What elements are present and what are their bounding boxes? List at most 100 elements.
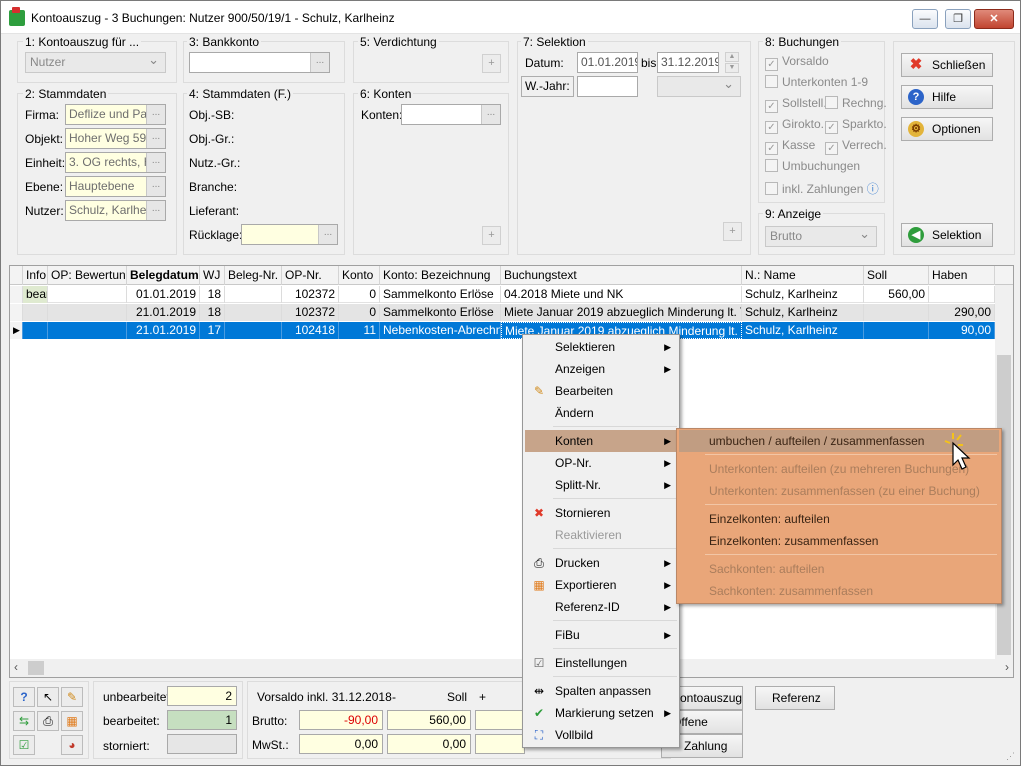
schliessen-button[interactable]: ✖ Schließen	[901, 53, 993, 77]
horizontal-scroll-thumb[interactable]	[28, 661, 44, 675]
cell-buchungstext: 04.2018 Miete und NK	[501, 286, 742, 303]
menu-drucken[interactable]: ⎙ Drucken ▶	[525, 552, 677, 574]
kontoauszug-select[interactable]: Nutzer	[25, 50, 166, 73]
menu-anzeigen[interactable]: Anzeigen ▶	[525, 358, 677, 380]
col-konto[interactable]: Konto	[339, 266, 380, 285]
col-wj[interactable]: WJ	[200, 266, 225, 285]
refresh-icon[interactable]: ⇆	[13, 711, 35, 731]
col-belegdatum[interactable]: Belegdatum	[127, 266, 200, 285]
inkl-zahlungen-checkbox[interactable]: inkl. Zahlungen ⓘ	[765, 180, 879, 197]
selektion-add-button[interactable]: +	[723, 222, 742, 241]
vorsaldo-checkbox[interactable]: ✓ Vorsaldo	[765, 54, 829, 71]
konten-add-button[interactable]: +	[482, 226, 501, 245]
table-row[interactable]: bear 01.01.2019 18 102372 0 Sammelkonto …	[10, 286, 995, 303]
date-spin-up[interactable]: ▲	[725, 52, 739, 62]
export-icon[interactable]: ▦	[61, 711, 83, 731]
horizontal-scrollbar[interactable]: ‹ ›	[10, 659, 1013, 677]
pointer-icon[interactable]: ↖	[37, 687, 59, 707]
col-name[interactable]: N.: Name	[742, 266, 864, 285]
col-info[interactable]: Info	[23, 266, 48, 285]
sollstell-checkbox[interactable]: ✓ Sollstell.	[765, 96, 827, 113]
menu-splitt-nr[interactable]: Splitt-Nr. ▶	[525, 474, 677, 496]
konten-field[interactable]: ...	[401, 104, 501, 125]
einheit-field[interactable]: 3. OG rechts, H...	[65, 152, 166, 173]
einheit-browse-button[interactable]: ...	[146, 153, 165, 172]
date-to-field[interactable]: 31.12.2019	[657, 52, 719, 73]
anzeige-select[interactable]: Brutto	[765, 224, 877, 247]
referenz-button[interactable]: Referenz	[755, 686, 835, 710]
checkbox-icon[interactable]: ☑	[13, 735, 35, 755]
menu-bearbeiten[interactable]: ✎ Bearbeiten	[525, 380, 677, 402]
selektion-button[interactable]: ◀ Selektion	[901, 223, 993, 247]
info-icon[interactable]: ⓘ	[867, 182, 879, 196]
firma-browse-button[interactable]: ...	[146, 105, 165, 124]
konten-browse-button[interactable]: ...	[481, 105, 500, 124]
submenu-einzelkonten-aufteilen[interactable]: Einzelkonten: aufteilen	[679, 508, 999, 530]
rechng-checkbox[interactable]: Rechng.	[825, 96, 887, 110]
col-haben[interactable]: Haben	[929, 266, 995, 285]
date-spin-down[interactable]: ▼	[725, 63, 739, 73]
submenu-einzelkonten-zusammenfassen[interactable]: Einzelkonten: zusammenfassen	[679, 530, 999, 552]
menu-spalten-anpassen[interactable]: ⇹ Spalten anpassen	[525, 680, 677, 702]
menu-einstellungen[interactable]: ☑ Einstellungen	[525, 652, 677, 674]
menu-selektieren[interactable]: Selektieren ▶	[525, 336, 677, 358]
restore-button[interactable]: ❐	[945, 9, 971, 29]
menu-fibu[interactable]: FiBu ▶	[525, 624, 677, 646]
verdichtung-add-button[interactable]: +	[482, 54, 501, 73]
menu-aendern[interactable]: Ändern	[525, 402, 677, 424]
nutzer-browse-button[interactable]: ...	[146, 201, 165, 220]
nutzer-field[interactable]: Schulz, Karlheir...	[65, 200, 166, 221]
help-icon[interactable]: ?	[13, 687, 35, 707]
verrech-checkbox[interactable]: ✓ Verrech.	[825, 138, 887, 155]
sparkto-checkbox[interactable]: ✓ Sparkto.	[825, 117, 887, 134]
menu-op-nr[interactable]: OP-Nr. ▶	[525, 452, 677, 474]
hilfe-button[interactable]: ? Hilfe	[901, 85, 993, 109]
scroll-left-icon[interactable]: ‹	[14, 660, 18, 674]
submenu-unterkonten-zusammenfassen[interactable]: Unterkonten: zusammenfassen (zu einer Bu…	[679, 480, 999, 502]
objekt-field[interactable]: Hoher Weg 59 ·...	[65, 128, 166, 149]
ebene-field[interactable]: Hauptebene...	[65, 176, 166, 197]
menu-referenz-id[interactable]: Referenz-ID ▶	[525, 596, 677, 618]
ruecklage-browse-button[interactable]: ...	[318, 225, 337, 244]
col-op-bewertung[interactable]: OP: Bewertung	[48, 266, 127, 285]
bankkonto-browse-button[interactable]: ...	[310, 53, 329, 72]
printer-icon[interactable]: ⎙	[37, 711, 59, 731]
ebene-browse-button[interactable]: ...	[146, 177, 165, 196]
menu-markierung-setzen[interactable]: ✔ Markierung setzen ▶	[525, 702, 677, 724]
resize-grip-icon[interactable]: ⋰	[1006, 751, 1016, 761]
col-beleg-nr[interactable]: Beleg-Nr.	[225, 266, 282, 285]
submenu-sachkonten-zusammenfassen[interactable]: Sachkonten: zusammenfassen	[679, 580, 999, 602]
submenu-sachkonten-aufteilen[interactable]: Sachkonten: aufteilen	[679, 558, 999, 580]
col-soll[interactable]: Soll	[864, 266, 929, 285]
wjahr-select[interactable]	[657, 74, 741, 97]
col-buchungstext[interactable]: Buchungstext	[501, 266, 742, 285]
minimize-button[interactable]: —	[912, 9, 938, 29]
wjahr-button[interactable]: W.-Jahr:	[521, 76, 574, 97]
scroll-right-icon[interactable]: ›	[1005, 660, 1009, 674]
close-button[interactable]: ✕	[974, 9, 1014, 29]
girokto-checkbox[interactable]: ✓ Girokto.	[765, 117, 824, 134]
objekt-browse-button[interactable]: ...	[146, 129, 165, 148]
menu-reaktivieren[interactable]: Reaktivieren	[525, 524, 677, 546]
wjahr-field[interactable]	[577, 76, 638, 97]
unterkonten-checkbox[interactable]: Unterkonten 1-9	[765, 75, 868, 89]
ruecklage-field[interactable]: ...	[241, 224, 338, 245]
bankkonto-field[interactable]: ...	[189, 52, 330, 73]
chart-icon[interactable]: ◕	[61, 735, 83, 755]
umbuchungen-checkbox[interactable]: Umbuchungen	[765, 159, 860, 173]
menu-label: Bearbeiten	[555, 384, 614, 398]
menu-exportieren[interactable]: ▦ Exportieren ▶	[525, 574, 677, 596]
menu-vollbild[interactable]: ⛶ Vollbild	[525, 724, 677, 746]
col-op-nr[interactable]: OP-Nr.	[282, 266, 339, 285]
date-from-field[interactable]: 01.01.2019	[577, 52, 638, 73]
pencil-icon[interactable]: ✎	[61, 687, 83, 707]
table-row-selected[interactable]: ▶ 21.01.2019 17 102418 11 Nebenkosten-Ab…	[10, 322, 995, 339]
menu-stornieren[interactable]: ✖ Stornieren	[525, 502, 677, 524]
optionen-button[interactable]: ⚙ Optionen	[901, 117, 993, 141]
table-row[interactable]: 21.01.2019 18 102372 0 Sammelkonto Erlös…	[10, 304, 995, 321]
firma-field[interactable]: Deflize und Part...	[65, 104, 166, 125]
menu-konten[interactable]: Konten ▶	[525, 430, 677, 452]
kasse-checkbox[interactable]: ✓ Kasse	[765, 138, 815, 155]
col-konto-bezeichnung[interactable]: Konto: Bezeichnung	[380, 266, 501, 285]
menu-label: OP-Nr.	[555, 456, 592, 470]
